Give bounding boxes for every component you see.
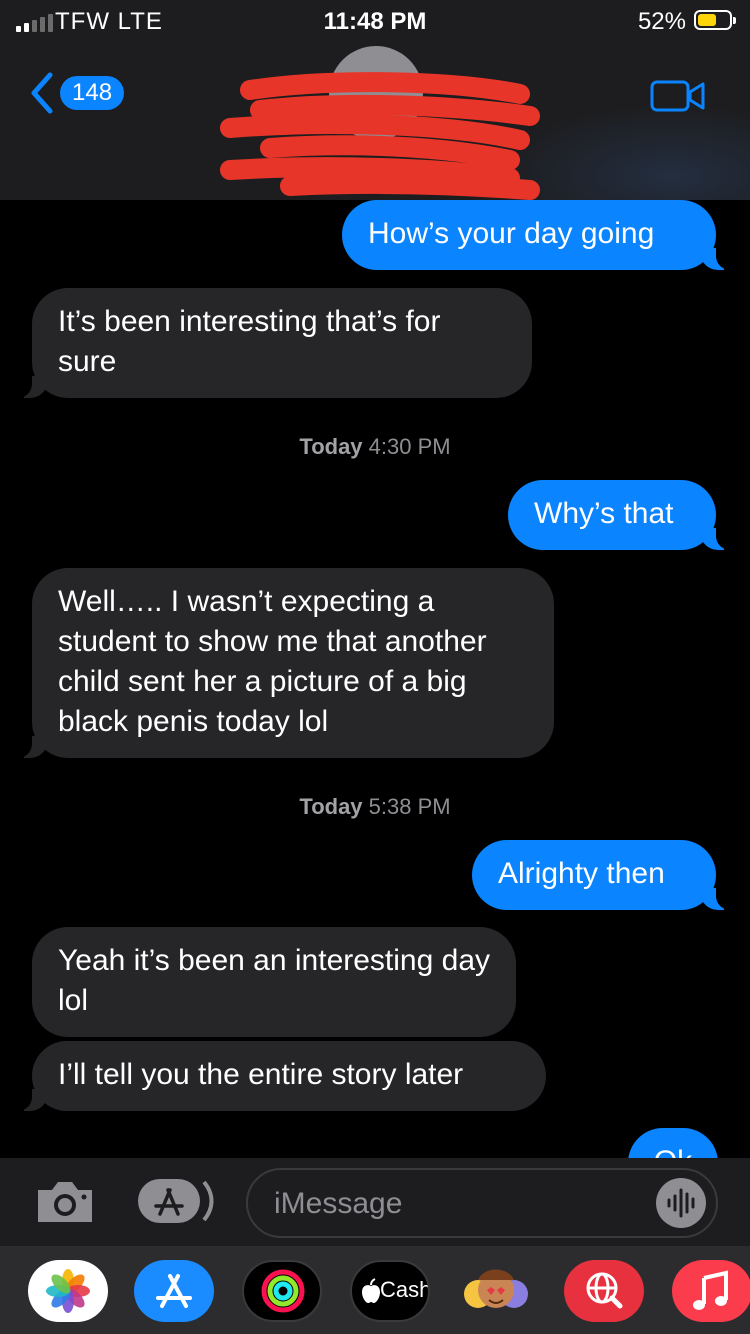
message-input-field[interactable] (246, 1168, 718, 1238)
timestamp-time: 4:30 PM (368, 434, 451, 459)
imessage-app-strip: Cash (0, 1246, 750, 1334)
apple-cash-button[interactable]: Cash (350, 1260, 430, 1322)
photos-app-button[interactable] (28, 1260, 108, 1322)
status-bar: TFW LTE 11:48 PM 52% (0, 0, 750, 44)
message-outgoing[interactable]: Why’s that (508, 480, 736, 550)
activity-button[interactable] (242, 1260, 322, 1322)
apple-logo-icon (362, 1278, 380, 1303)
chevron-left-icon (31, 72, 53, 114)
unread-count-badge: 148 (60, 76, 125, 110)
message-incoming[interactable]: Well….. I wasn’t expecting a student to … (12, 568, 554, 758)
timestamp-time: 5:38 PM (368, 794, 451, 819)
app-store-drawer-icon[interactable] (136, 1176, 214, 1226)
video-call-icon[interactable] (650, 78, 706, 114)
app-store-icon (156, 1274, 192, 1308)
activity-rings-icon (261, 1269, 305, 1313)
music-button[interactable] (672, 1260, 750, 1322)
message-outgoing[interactable]: Alrighty then (472, 840, 736, 910)
globe-search-icon (586, 1272, 623, 1309)
battery-icon (694, 10, 736, 30)
timestamp: Today 5:38 PM (0, 794, 750, 820)
redaction-scribble (220, 72, 540, 200)
timestamp-day: Today (299, 434, 363, 459)
timestamp-day: Today (299, 794, 363, 819)
compose-bar (0, 1158, 750, 1246)
battery-percent: 52% (637, 8, 686, 35)
conversation-header: 148 (0, 44, 750, 200)
message-incoming[interactable]: I’ll tell you the entire story later (12, 1041, 546, 1111)
music-note-icon (693, 1270, 728, 1310)
back-button[interactable]: 148 (30, 72, 125, 114)
message-outgoing[interactable]: Ok (628, 1128, 718, 1158)
photos-flower-icon (46, 1269, 90, 1313)
apple-cash-label: Cash (380, 1277, 430, 1302)
audio-message-button[interactable] (656, 1178, 706, 1228)
timestamp: Today 4:30 PM (0, 434, 750, 460)
message-incoming[interactable]: Yeah it’s been an interesting day lol (32, 927, 516, 1037)
app-store-button[interactable] (134, 1260, 214, 1322)
message-input[interactable] (272, 1182, 636, 1226)
waveform-icon (667, 1188, 695, 1218)
message-outgoing[interactable]: How’s your day going (342, 200, 736, 270)
web-search-button[interactable] (564, 1260, 644, 1322)
camera-icon[interactable] (34, 1178, 96, 1226)
message-incoming[interactable]: It’s been interesting that’s for sure (12, 288, 532, 398)
memoji-faces-icon (464, 1269, 528, 1308)
message-thread[interactable]: How’s your day going It’s been interesti… (0, 200, 750, 1158)
memoji-button[interactable] (456, 1260, 536, 1322)
